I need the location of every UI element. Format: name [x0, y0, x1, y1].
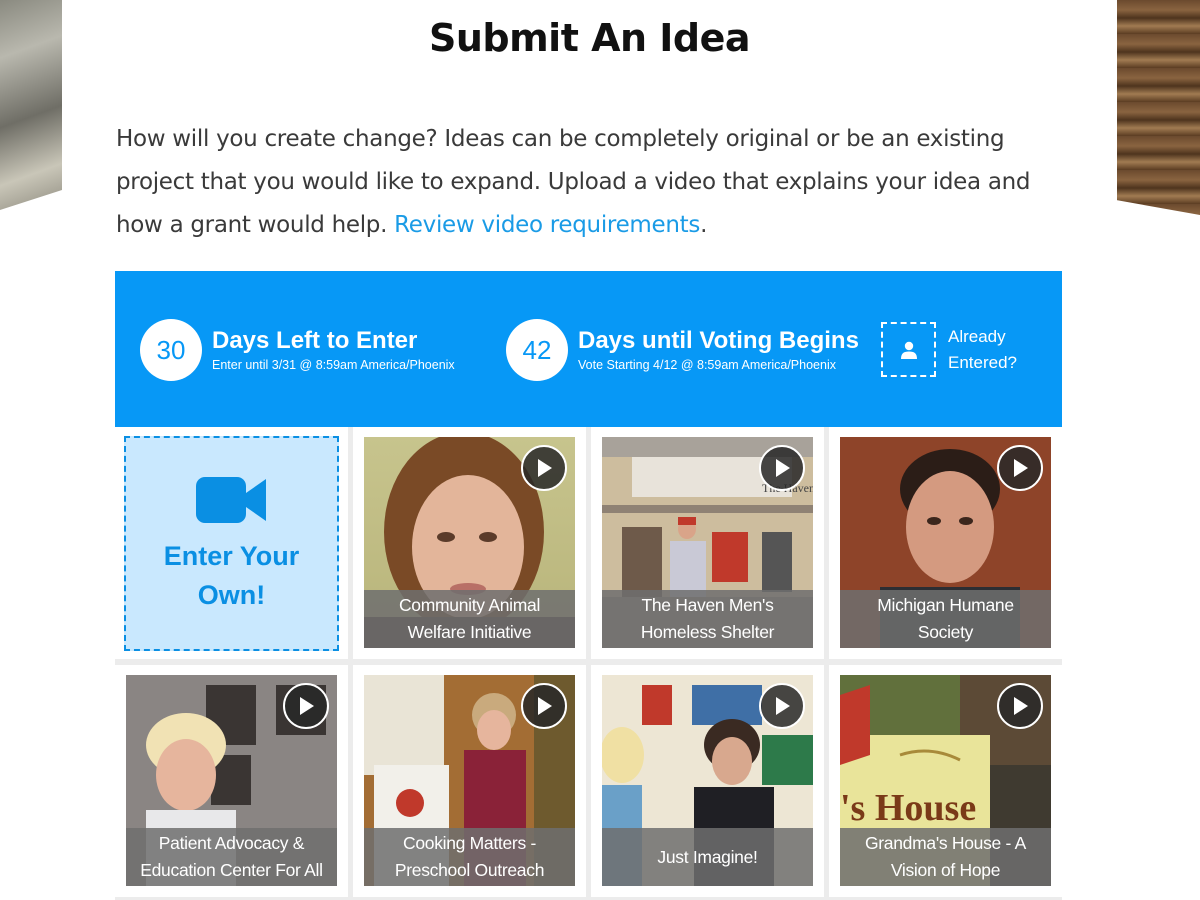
grandmas-sign-text: 's House [840, 787, 976, 829]
play-icon [1014, 697, 1028, 715]
video-tile[interactable]: Cooking Matters - Preschool Outreach [353, 665, 586, 897]
video-thumbnail[interactable]: Community Animal Welfare Initiative [364, 437, 575, 648]
already-entered-button[interactable] [881, 322, 936, 377]
user-icon [900, 341, 917, 359]
play-button[interactable] [997, 445, 1043, 491]
play-button[interactable] [521, 445, 567, 491]
days-left-count: 30 [140, 319, 202, 381]
play-icon [1014, 459, 1028, 477]
voting-days-count: 42 [506, 319, 568, 381]
video-tile[interactable]: The Haven The Haven Men's Homeless Shelt… [591, 427, 824, 659]
voting-headline: Days until Voting Begins [578, 327, 859, 354]
review-requirements-link[interactable]: Review video requirements [394, 212, 700, 238]
enter-own-tile[interactable]: Enter Your Own! [115, 427, 348, 659]
intro-paragraph: How will you create change? Ideas can be… [116, 118, 1076, 247]
already-entered-line2: Entered? [948, 353, 1017, 372]
caption-line1: Cooking Matters - [402, 833, 536, 853]
video-caption: Grandma's House - A Vision of Hope [840, 828, 1051, 886]
video-tile[interactable]: 's House Grandma's House - A Vision of H… [829, 665, 1062, 897]
page-title: Submit An Idea [428, 16, 751, 60]
enter-own-label-line2: Own! [197, 579, 266, 610]
video-caption: Michigan Humane Society [840, 590, 1051, 648]
caption-line1: The Haven Men's [641, 595, 774, 615]
video-thumbnail[interactable]: 's House Grandma's House - A Vision of H… [840, 675, 1051, 886]
video-tile[interactable]: Community Animal Welfare Initiative [353, 427, 586, 659]
video-thumbnail[interactable]: Michigan Humane Society [840, 437, 1051, 648]
video-thumbnail[interactable]: Patient Advocacy & Education Center For … [126, 675, 337, 886]
countdown-banner: 30 Days Left to Enter Enter until 3/31 @… [115, 271, 1062, 427]
caption-line2: Vision of Hope [890, 860, 1001, 880]
play-button[interactable] [283, 683, 329, 729]
already-entered-line1: Already [948, 327, 1006, 346]
days-left-headline: Days Left to Enter [212, 327, 418, 354]
already-entered-link[interactable]: Already Entered? [948, 324, 1017, 376]
play-button[interactable] [759, 683, 805, 729]
caption-line1: Patient Advocacy & [158, 833, 305, 853]
caption-line1: Just Imagine! [657, 846, 758, 867]
video-caption: Patient Advocacy & Education Center For … [126, 828, 337, 886]
caption-line1: Community Animal [398, 595, 541, 615]
play-icon [300, 697, 314, 715]
caption-line1: Grandma's House - A [864, 833, 1027, 853]
video-thumbnail[interactable]: The Haven The Haven Men's Homeless Shelt… [602, 437, 813, 648]
enter-deadline: Enter until 3/31 @ 8:59am America/Phoeni… [212, 358, 455, 372]
video-thumbnail[interactable]: Cooking Matters - Preschool Outreach [364, 675, 575, 886]
play-icon [538, 697, 552, 715]
video-caption: The Haven Men's Homeless Shelter [602, 590, 813, 648]
intro-end: . [700, 212, 708, 238]
video-caption: Community Animal Welfare Initiative [364, 590, 575, 648]
voting-start-date: Vote Starting 4/12 @ 8:59am America/Phoe… [578, 358, 836, 372]
caption-line2: Society [917, 622, 974, 642]
video-tile[interactable]: Patient Advocacy & Education Center For … [115, 665, 348, 897]
play-icon [776, 697, 790, 715]
main-content: Submit An Idea How will you create chang… [62, 0, 1117, 900]
video-camera-icon [195, 476, 266, 523]
video-thumbnail[interactable]: Just Imagine! [602, 675, 813, 886]
play-button[interactable] [521, 683, 567, 729]
caption-line2: Homeless Shelter [640, 622, 775, 642]
play-icon [538, 459, 552, 477]
caption-line1: Michigan Humane [877, 595, 1014, 615]
background-image-right [1116, 0, 1200, 215]
enter-own-button[interactable]: Enter Your Own! [124, 436, 339, 651]
caption-line2: Education Center For All [140, 860, 323, 880]
entry-countdown: 30 Days Left to Enter Enter until 3/31 @… [140, 319, 455, 381]
background-image-left [0, 0, 62, 210]
play-icon [776, 459, 790, 477]
video-caption: Just Imagine! [602, 828, 813, 886]
play-button[interactable] [759, 445, 805, 491]
video-tile[interactable]: Just Imagine! [591, 665, 824, 897]
caption-line2: Welfare Initiative [407, 622, 532, 642]
video-grid: Enter Your Own! Community Animal Welfare… [115, 427, 1062, 900]
voting-countdown: 42 Days until Voting Begins Vote Startin… [506, 319, 859, 381]
caption-line2: Preschool Outreach [394, 860, 545, 880]
enter-own-label-line1: Enter Your [163, 540, 300, 571]
play-button[interactable] [997, 683, 1043, 729]
video-tile[interactable]: Michigan Humane Society [829, 427, 1062, 659]
video-caption: Cooking Matters - Preschool Outreach [364, 828, 575, 886]
